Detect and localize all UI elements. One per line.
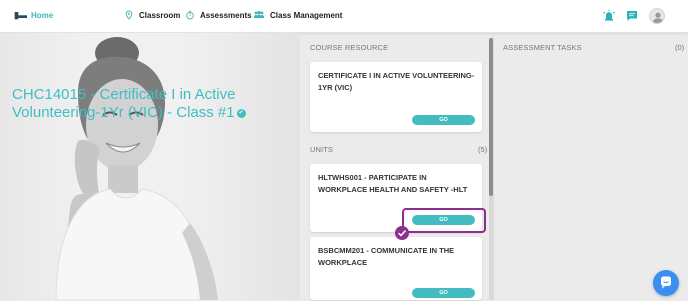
nav-home[interactable]: ▮▬ Home [14,10,53,21]
verified-icon: ✔ [236,108,246,118]
unit-title: HLTWHS001 - PARTICIPATE IN WORKPLACE HEA… [318,173,468,194]
nav-class-management-label: Class Management [270,10,343,20]
units-heading: UNITS [310,145,333,154]
check-icon [395,226,409,240]
column-divider [493,33,494,300]
chat-bubble-icon [661,276,671,289]
class-title-text: CHC14015 - Certificate I in Active Volun… [12,86,236,121]
course-resource-card: CERTIFICATE I IN ACTIVE VOLUNTEERING-1YR… [310,62,482,132]
people-icon [253,11,265,18]
class-hero-image: CHC14015 - Certificate I in Active Volun… [0,33,300,300]
highlight-box [402,208,486,233]
home-icon: ▮▬ [14,10,27,20]
chat-icon[interactable] [625,9,639,23]
assessment-tasks-heading: ASSESSMENT TASKS [503,43,582,52]
unit-title: BSBCMM201 - COMMUNICATE IN THE WORKPLACE [318,246,455,267]
unit-card: BSBCMM201 - COMMUNICATE IN THE WORKPLACE… [310,237,482,300]
alarm-icon[interactable] [602,9,616,23]
nav-classroom[interactable]: Classroom [124,10,180,20]
course-resource-heading: COURSE RESOURCE [310,43,389,52]
nav-class-management[interactable]: Class Management [253,10,342,20]
assessment-tasks-count: (0) [675,43,685,52]
stopwatch-icon [186,10,194,20]
help-chat-button[interactable] [653,270,679,296]
course-resource-go-button[interactable]: GO [412,115,475,125]
nav-home-label: Home [30,11,54,20]
nav-assessments-label: Assessments [200,10,252,20]
course-resource-title: CERTIFICATE I IN ACTIVE VOLUNTEERING-1YR… [318,71,475,92]
pin-icon [125,10,133,20]
nav-assessments[interactable]: Assessments [185,10,252,20]
units-count: (5) [478,145,488,154]
top-navigation: ▮▬ Home Classroom Assessments Class Mana… [0,0,688,33]
nav-classroom-label: Classroom [139,10,181,20]
user-avatar-icon[interactable] [649,8,665,24]
unit-go-button[interactable]: GO [412,288,475,298]
hero-photo [55,37,218,300]
class-title: CHC14015 - Certificate I in Active Volun… [12,86,292,122]
